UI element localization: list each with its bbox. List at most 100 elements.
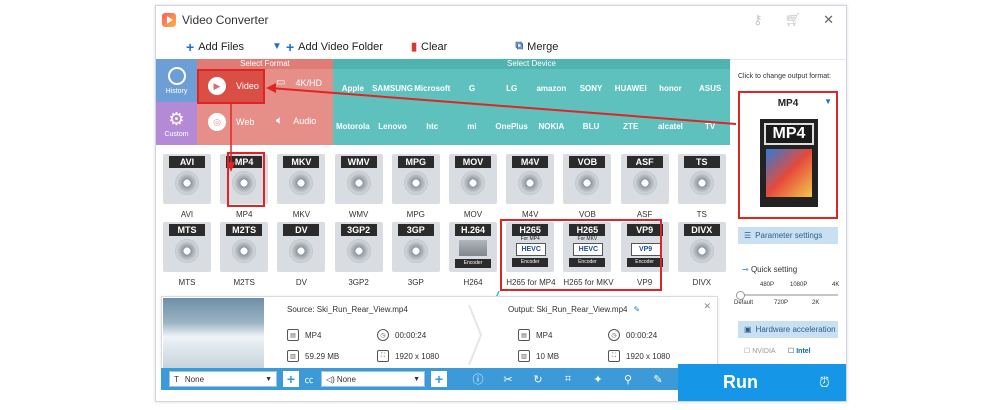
device-blu[interactable]: BLU bbox=[571, 107, 611, 145]
device-amazon[interactable]: amazon bbox=[532, 69, 572, 107]
device-htc[interactable]: htc bbox=[412, 107, 452, 145]
disc-icon bbox=[575, 171, 600, 195]
device-g[interactable]: G bbox=[452, 69, 492, 107]
format-asf[interactable]: ASF ASF bbox=[620, 154, 669, 222]
audio-track-value: None bbox=[336, 374, 356, 384]
device-nokia[interactable]: NOKIA bbox=[532, 107, 572, 145]
cart-icon[interactable]: 🛒︎ bbox=[785, 12, 802, 28]
scissors-icon[interactable]: ✂ bbox=[493, 373, 523, 386]
source-size-value: 59.29 MB bbox=[305, 351, 340, 361]
device-microsoft[interactable]: Microsoft bbox=[412, 69, 452, 107]
plus-icon: + bbox=[186, 38, 195, 55]
add-audio-button[interactable]: + bbox=[431, 371, 447, 387]
format-thumbnail: TS bbox=[677, 154, 726, 204]
format-3gp[interactable]: 3GP 3GP bbox=[391, 222, 440, 290]
device-lenovo[interactable]: Lenovo bbox=[373, 107, 413, 145]
intel-checkbox[interactable]: ☐ Intel bbox=[788, 347, 811, 355]
format-thumbnail: WMV bbox=[334, 154, 383, 204]
edit-pencil-icon[interactable]: ✎ bbox=[633, 305, 640, 314]
key-icon[interactable]: ⚷ bbox=[753, 12, 763, 28]
toolbar: + Add Files ▼ + Add Video Folder ▮ Clear… bbox=[156, 34, 846, 60]
format-mts[interactable]: MTS MTS bbox=[163, 222, 211, 290]
format-3gp2[interactable]: 3GP2 3GP2 bbox=[334, 222, 383, 290]
device-sony[interactable]: SONY bbox=[571, 69, 611, 107]
device-honor[interactable]: honor bbox=[651, 69, 691, 107]
web-category[interactable]: ◎ Web bbox=[208, 113, 254, 131]
device-tv[interactable]: TV bbox=[690, 107, 730, 145]
device-mi[interactable]: mi bbox=[452, 107, 492, 145]
hd-category[interactable]: ▭ 4K/HD bbox=[276, 77, 322, 88]
format-label: M4V bbox=[521, 210, 539, 219]
add-video-folder-button[interactable]: ▼ + Add Video Folder bbox=[272, 39, 383, 55]
device-samsung[interactable]: SAMSUNG bbox=[372, 69, 413, 107]
device-motorola[interactable]: Motorola bbox=[333, 107, 373, 145]
device-asus[interactable]: ASUS bbox=[690, 69, 730, 107]
format-thumbnail: DIVX bbox=[677, 222, 726, 272]
audio-track-select[interactable]: ◁) None ▼ bbox=[321, 371, 425, 387]
disc-icon bbox=[232, 239, 257, 263]
device-lg[interactable]: LG bbox=[492, 69, 532, 107]
format-tag: MKV bbox=[283, 156, 320, 168]
clear-button[interactable]: ▮ Clear bbox=[411, 40, 447, 54]
format-h264[interactable]: H.264 Encoder H264 bbox=[449, 222, 497, 290]
add-files-button[interactable]: + Add Files bbox=[186, 39, 244, 55]
format-tag: WMV bbox=[340, 156, 377, 168]
output-format-value: MP4 bbox=[536, 330, 553, 340]
format-tag: ASF bbox=[626, 156, 663, 168]
format-mkv[interactable]: MKV MKV bbox=[277, 154, 326, 222]
effects-wand-icon[interactable]: ✦ bbox=[583, 373, 613, 386]
dropdown-arrow-icon[interactable]: ▼ bbox=[272, 41, 282, 52]
source-duration-value: 00:00:24 bbox=[395, 330, 427, 340]
merge-label: Merge bbox=[527, 40, 559, 53]
subtitle-settings-icon[interactable]: ㏄ bbox=[299, 373, 319, 386]
format-mpg[interactable]: MPG MPG bbox=[391, 154, 440, 222]
title-bar: Video Converter ⚷ 🛒︎ ✕ bbox=[156, 6, 846, 34]
video-thumbnail[interactable] bbox=[163, 298, 264, 368]
device-huawei[interactable]: HUAWEI bbox=[611, 69, 651, 107]
rotate-icon[interactable]: ↻ bbox=[523, 373, 553, 386]
hardware-acceleration-button[interactable]: ▣ Hardware acceleration bbox=[738, 321, 838, 338]
gear-icon: ⚙ bbox=[168, 108, 185, 129]
parameter-settings-button[interactable]: ☰ Parameter settings bbox=[738, 227, 838, 244]
tick-1080p: 1080P bbox=[790, 282, 808, 288]
format-wmv[interactable]: WMV WMV bbox=[334, 154, 383, 222]
format-ts[interactable]: TS TS bbox=[677, 154, 726, 222]
output-format-selector[interactable]: MP4 ▼ MP4 bbox=[738, 91, 838, 219]
remove-file-icon[interactable]: ✕ bbox=[703, 301, 711, 312]
subtitle-value: None bbox=[184, 374, 205, 384]
quality-slider[interactable] bbox=[738, 294, 838, 296]
hardware-acceleration-label: Hardware acceleration bbox=[755, 325, 836, 334]
history-tab[interactable]: History bbox=[156, 59, 197, 102]
format-vob[interactable]: VOB VOB bbox=[563, 154, 612, 222]
format-label: 3GP bbox=[407, 278, 424, 287]
format-m4v[interactable]: M4V M4V bbox=[506, 154, 555, 222]
clock-icon: ◷ bbox=[608, 329, 620, 341]
merge-button[interactable]: ⧉ Merge bbox=[515, 40, 558, 53]
merge-icon: ⧉ bbox=[515, 40, 524, 52]
format-m2ts[interactable]: M2TS M2TS bbox=[220, 222, 269, 290]
run-button[interactable]: Run bbox=[678, 364, 803, 401]
info-icon[interactable]: ⓘ bbox=[463, 371, 493, 387]
watermark-icon[interactable]: ⚲ bbox=[613, 373, 643, 386]
device-oneplus[interactable]: OnePlus bbox=[492, 107, 532, 145]
alarm-clock-icon[interactable]: ⏰︎ bbox=[803, 364, 846, 401]
format-label: M2TS bbox=[233, 278, 255, 287]
quality-slider-handle[interactable] bbox=[736, 291, 745, 300]
close-icon[interactable]: ✕ bbox=[823, 12, 834, 28]
add-subtitle-button[interactable]: + bbox=[283, 371, 299, 387]
audio-category[interactable]: 🔈︎ Audio bbox=[276, 113, 316, 128]
device-zte[interactable]: ZTE bbox=[611, 107, 651, 145]
custom-tab[interactable]: ⚙ Custom bbox=[156, 102, 197, 145]
edit-icon[interactable]: ✎ bbox=[643, 373, 673, 386]
crop-icon[interactable]: ⌗ bbox=[553, 373, 583, 386]
format-avi[interactable]: AVI AVI bbox=[163, 154, 211, 222]
nvidia-checkbox[interactable]: ☐ NVIDIA bbox=[744, 347, 776, 355]
subtitle-select[interactable]: T None ▼ bbox=[169, 371, 277, 387]
disk-icon: ▥ bbox=[518, 350, 530, 362]
device-apple[interactable]: Apple bbox=[333, 69, 373, 107]
format-divx[interactable]: DIVX DIVX bbox=[677, 222, 726, 290]
device-alcatel[interactable]: alcatel bbox=[651, 107, 691, 145]
format-mov[interactable]: MOV MOV bbox=[449, 154, 497, 222]
format-dv[interactable]: DV DV bbox=[277, 222, 326, 290]
format-tag: AVI bbox=[169, 156, 205, 168]
